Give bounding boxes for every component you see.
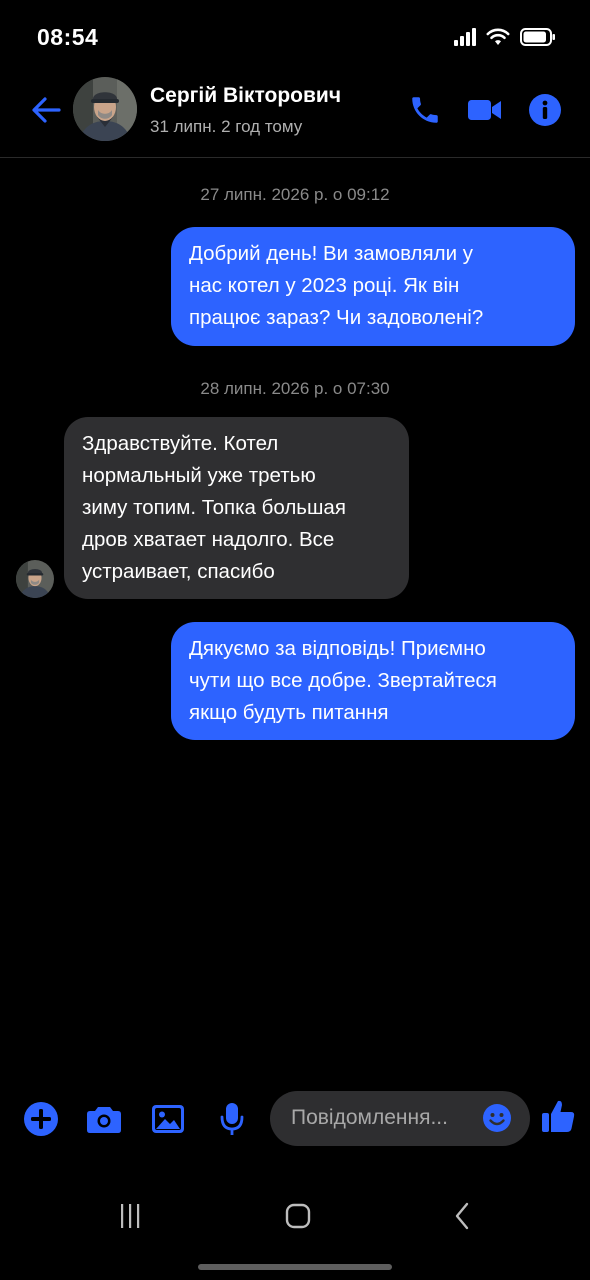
message-line: Добрий день! Ви замовляли у	[189, 242, 473, 265]
like-button[interactable]	[539, 1097, 577, 1135]
video-call-button[interactable]	[466, 91, 504, 129]
recent-apps-button[interactable]	[110, 1196, 150, 1236]
camera-icon	[87, 1107, 121, 1133]
message-input[interactable]: Повідомлення...	[270, 1091, 530, 1146]
add-attachment-button[interactable]	[22, 1100, 60, 1138]
message-line: чути що все добре. Звертайтеся	[189, 669, 497, 692]
emoji-icon	[483, 1104, 511, 1132]
last-seen-status: 31 липн. 2 год тому	[150, 117, 303, 136]
message-timestamp: 28 липн. 2026 р. о 07:30	[200, 379, 390, 398]
microphone-icon	[220, 1103, 244, 1135]
battery-icon	[520, 28, 555, 46]
voice-message-button[interactable]	[213, 1100, 251, 1138]
message-line: нас котел у 2023 році. Як він	[189, 274, 460, 297]
gallery-button[interactable]	[149, 1100, 187, 1138]
message-timestamp: 27 липн. 2026 р. о 09:12	[200, 185, 390, 204]
chevron-left-icon	[455, 1202, 469, 1230]
sender-avatar[interactable]	[16, 560, 54, 598]
video-camera-icon	[468, 100, 501, 120]
emoji-button[interactable]	[482, 1103, 512, 1133]
signal-icon	[454, 28, 476, 46]
contact-name[interactable]: Сергій Вікторович	[150, 84, 341, 108]
outgoing-message[interactable]: Дякуємо за відповідь! Приємно чути що вс…	[171, 622, 575, 740]
outgoing-message[interactable]: Добрий день! Ви замовляли у нас котел у …	[171, 227, 575, 346]
call-button[interactable]	[406, 91, 444, 129]
message-placeholder: Повідомлення...	[291, 1106, 448, 1129]
camera-button[interactable]	[85, 1100, 123, 1138]
status-bar: 08:54	[0, 0, 590, 75]
home-button[interactable]	[278, 1196, 318, 1236]
info-icon	[529, 94, 561, 126]
message-line: зиму топим. Топка большая	[82, 496, 346, 519]
thumbs-up-icon	[542, 1100, 575, 1132]
home-icon	[285, 1203, 311, 1229]
back-nav-button[interactable]	[442, 1196, 482, 1236]
avatar-photo	[16, 560, 54, 598]
incoming-message[interactable]: Здравствуйте. Котел нормальный уже треть…	[64, 417, 409, 599]
message-line: нормальный уже третью	[82, 464, 316, 487]
message-line: Дякуємо за відповідь! Приємно	[189, 637, 486, 660]
plus-icon	[24, 1102, 58, 1136]
status-icons	[454, 28, 556, 46]
message-line: якщо будуть питання	[189, 701, 389, 724]
avatar-photo	[73, 77, 137, 141]
message-line: Здравствуйте. Котел	[82, 432, 279, 455]
wifi-icon	[486, 28, 510, 45]
message-line: працює зараз? Чи задоволені?	[189, 306, 484, 329]
arrow-left-icon	[32, 97, 61, 123]
recent-apps-icon	[121, 1204, 140, 1228]
message-line: устраивает, спасибо	[82, 560, 275, 583]
status-time: 08:54	[37, 24, 99, 50]
home-indicator[interactable]	[198, 1264, 392, 1270]
info-button[interactable]	[526, 91, 564, 129]
image-icon	[152, 1105, 184, 1133]
contact-avatar[interactable]	[73, 77, 137, 141]
chat-header: Сергій Вікторович 31 липн. 2 год тому	[0, 75, 590, 158]
back-button[interactable]	[28, 92, 64, 128]
message-line: дров хватает надолго. Все	[82, 528, 335, 551]
phone-icon	[412, 97, 438, 123]
system-navigation-bar	[0, 1180, 590, 1280]
